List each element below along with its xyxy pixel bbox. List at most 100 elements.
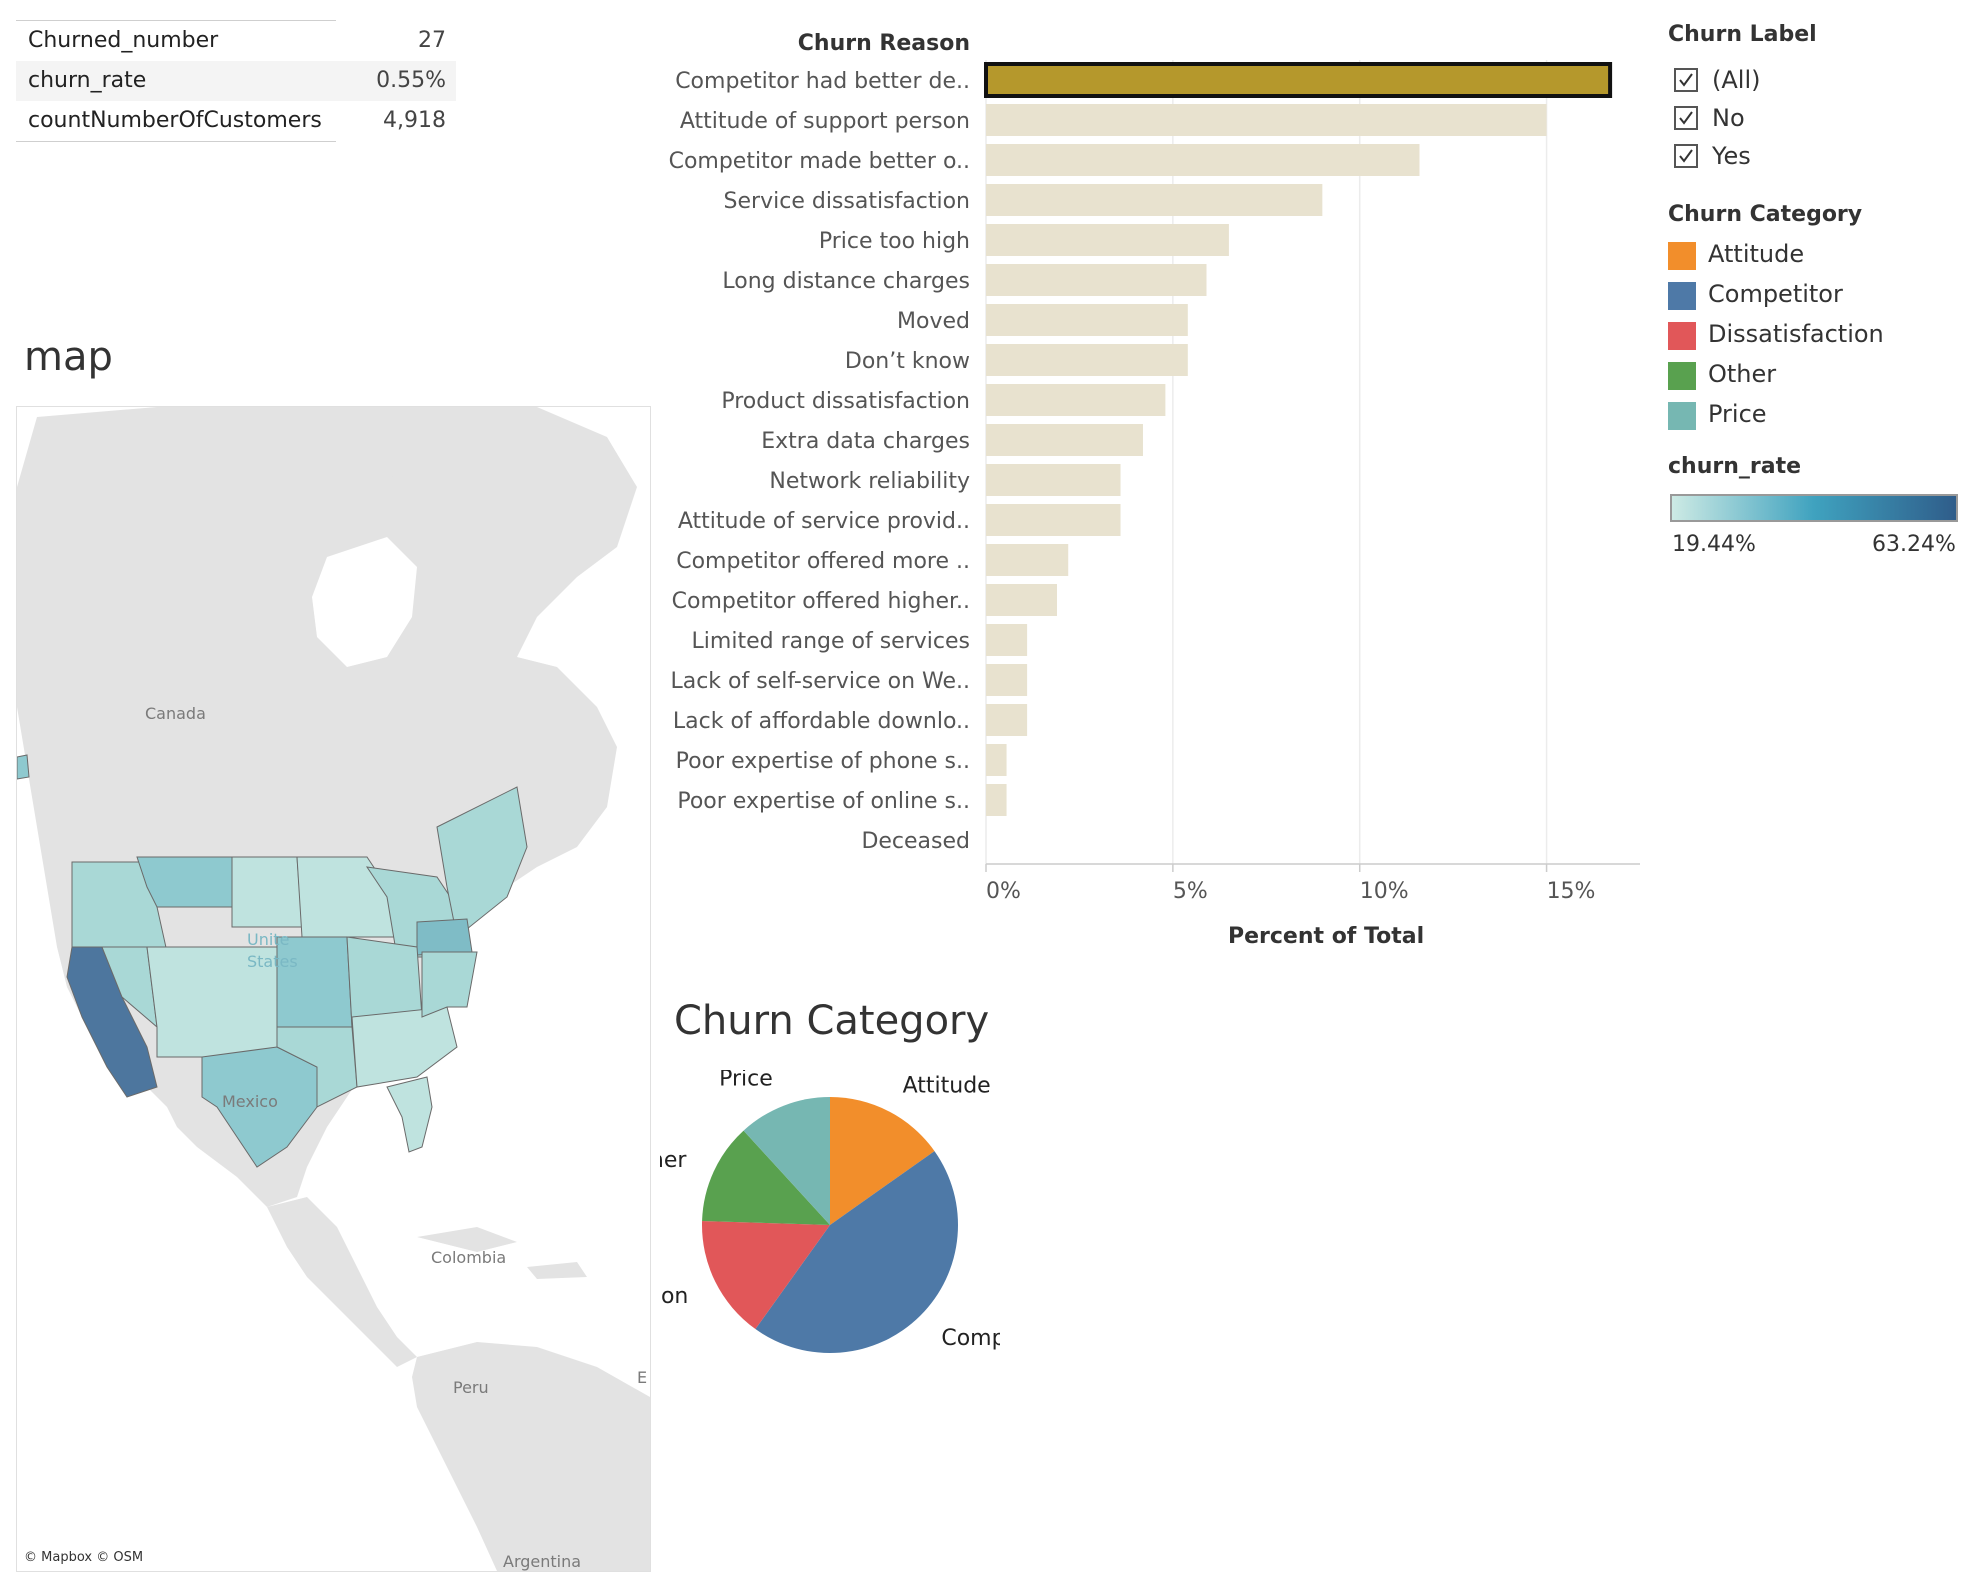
- bar-category-label[interactable]: Network reliability: [769, 469, 970, 494]
- map-view[interactable]: Canada Unite States Mexico Colombia Peru…: [16, 406, 651, 1572]
- map-label-us-2: States: [247, 952, 298, 971]
- bar-category-label[interactable]: Price too high: [819, 229, 970, 254]
- churn-category-pie-chart[interactable]: Attitude Competitor Dissatisfaction Other Pr…: [660, 1070, 1000, 1390]
- legend-swatch: [1668, 362, 1696, 390]
- bar-category-label[interactable]: Competitor had better de..: [675, 69, 970, 94]
- kpi-row-churned-number[interactable]: Churned_number 27: [16, 21, 456, 61]
- bar[interactable]: [986, 584, 1058, 616]
- map-label-colombia: Colombia: [431, 1248, 506, 1267]
- bar-gridlines: [985, 60, 1548, 864]
- churn-category-legend-title: Churn Category: [1668, 202, 1863, 227]
- bar[interactable]: [986, 504, 1121, 536]
- legend-swatch: [1668, 282, 1696, 310]
- pie-slice-label: Price: [719, 1070, 773, 1092]
- bar[interactable]: [986, 784, 1007, 816]
- map-credit[interactable]: © Mapbox © OSM: [24, 1550, 143, 1565]
- map-label-canada: Canada: [145, 704, 206, 723]
- churn-rate-gradient[interactable]: [1670, 494, 1958, 522]
- bar-rows[interactable]: Competitor had better de.. Attitude of su…: [669, 62, 1613, 854]
- bar[interactable]: [986, 184, 1323, 216]
- bar-category-label[interactable]: Attitude of service provid..: [678, 509, 970, 534]
- checkbox[interactable]: [1674, 144, 1698, 168]
- bar[interactable]: [986, 544, 1069, 576]
- x-tick-label: 10%: [1360, 879, 1409, 904]
- bar[interactable]: [986, 384, 1166, 416]
- bar-category-label[interactable]: Extra data charges: [761, 429, 970, 454]
- map-canvas[interactable]: Canada Unite States Mexico Colombia Peru…: [17, 407, 650, 1571]
- kpi-value: 4,918: [383, 108, 446, 133]
- filter-option-label: No: [1712, 104, 1745, 132]
- churn-rate-legend-title: churn_rate: [1668, 454, 1802, 479]
- bar[interactable]: [986, 424, 1143, 456]
- kpi-label: countNumberOfCustomers: [28, 108, 322, 133]
- bar[interactable]: [984, 62, 1613, 98]
- bar[interactable]: [986, 144, 1420, 176]
- filter-option-label: (All): [1712, 66, 1761, 94]
- state-alaska-fragment[interactable]: [17, 754, 30, 780]
- kpi-table: Churned_number 27 churn_rate 0.55% count…: [16, 20, 456, 142]
- bar[interactable]: [986, 224, 1229, 256]
- bar[interactable]: [986, 464, 1121, 496]
- x-tick-label: 15%: [1547, 879, 1596, 904]
- pie-slice-label: Attitude: [903, 1074, 991, 1099]
- kpi-row-churn-rate[interactable]: churn_rate 0.55%: [16, 61, 456, 101]
- bar[interactable]: [986, 304, 1188, 336]
- kpi-row-customer-count[interactable]: countNumberOfCustomers 4,918: [16, 101, 456, 141]
- x-tick-label: 0%: [986, 879, 1021, 904]
- bar-category-label[interactable]: Service dissatisfaction: [724, 189, 970, 214]
- bar[interactable]: [986, 704, 1028, 736]
- legend-swatch: [1668, 322, 1696, 350]
- legend-label: Competitor: [1708, 280, 1843, 308]
- map-title: map: [24, 334, 113, 380]
- map-label-edge: E: [637, 1368, 647, 1387]
- legend-swatch: [1668, 402, 1696, 430]
- bar[interactable]: [986, 624, 1028, 656]
- map-label-peru: Peru: [453, 1378, 489, 1397]
- state-pennsylvania[interactable]: [416, 918, 473, 956]
- filter-option-label: Yes: [1712, 142, 1751, 170]
- bar-category-label[interactable]: Product dissatisfaction: [721, 389, 970, 414]
- bar-category-label[interactable]: Attitude of support person: [680, 109, 970, 134]
- bar-category-label[interactable]: Limited range of services: [692, 629, 970, 654]
- legend-label: Price: [1708, 400, 1767, 428]
- pie-chart-title: Churn Category: [674, 998, 990, 1044]
- bar-category-label[interactable]: Lack of affordable downlo..: [673, 709, 970, 734]
- bar[interactable]: [986, 744, 1007, 776]
- gradient-max-label: 63.24%: [1872, 532, 1956, 557]
- kpi-label: churn_rate: [28, 68, 147, 93]
- bar-category-label[interactable]: Moved: [897, 309, 970, 334]
- kpi-value: 0.55%: [376, 68, 446, 93]
- bar-category-label[interactable]: Long distance charges: [722, 269, 970, 294]
- pie-slice-label: Competitor: [941, 1326, 1000, 1351]
- churn-reason-bar-chart[interactable]: Churn Reason Competitor had better de.. A…: [640, 20, 1660, 920]
- bar-category-label[interactable]: Don’t know: [845, 349, 970, 374]
- state-plains[interactable]: [276, 936, 353, 1028]
- kpi-value: 27: [418, 28, 446, 53]
- kpi-divider: [16, 141, 336, 142]
- checkbox[interactable]: [1674, 106, 1698, 130]
- legend-label: Other: [1708, 360, 1777, 388]
- bar[interactable]: [986, 264, 1207, 296]
- bar-category-label[interactable]: Poor expertise of online s..: [677, 789, 970, 814]
- kpi-label: Churned_number: [28, 28, 219, 53]
- checkbox[interactable]: [1674, 68, 1698, 92]
- bar-chart-header: Churn Reason: [798, 31, 970, 56]
- x-axis-ticks: 0% 5% 10% 15%: [985, 864, 1596, 904]
- bar-category-label[interactable]: Competitor offered more ..: [676, 549, 970, 574]
- x-axis-title: Percent of Total: [1228, 924, 1425, 949]
- bar-category-label[interactable]: Competitor made better o..: [669, 149, 970, 174]
- bar-category-label[interactable]: Competitor offered higher..: [672, 589, 970, 614]
- state-dakotas[interactable]: [231, 856, 303, 928]
- bar[interactable]: [986, 104, 1547, 136]
- pie-slice-label: Other: [660, 1148, 687, 1173]
- map-label-argentina: Argentina: [503, 1552, 581, 1571]
- bar-category-label[interactable]: Deceased: [861, 829, 970, 854]
- pie-slices[interactable]: [702, 1097, 958, 1353]
- churn-label-filter-title: Churn Label: [1668, 22, 1817, 47]
- pie-slice-label: Dissatisfaction: [660, 1284, 688, 1309]
- bar[interactable]: [986, 344, 1188, 376]
- bar[interactable]: [986, 664, 1028, 696]
- bar-category-label[interactable]: Poor expertise of phone s..: [676, 749, 970, 774]
- bar-category-label[interactable]: Lack of self-service on We..: [670, 669, 970, 694]
- legend-label: Attitude: [1708, 240, 1805, 268]
